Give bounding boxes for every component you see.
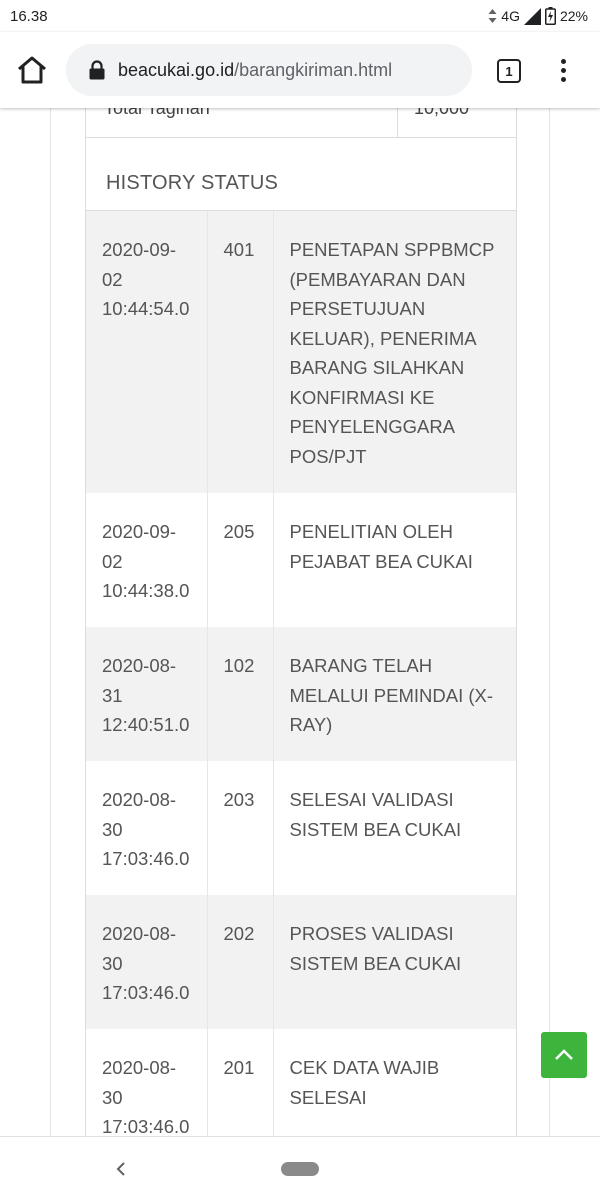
battery-level: 22% [559,8,588,24]
page-frame-left [50,108,51,1136]
history-description: SELESAI VALIDASI SISTEM BEA CUKAI [273,761,516,895]
system-nav-bar [0,1136,600,1201]
home-button[interactable] [14,52,50,88]
history-description: PENELITIAN OLEH PEJABAT BEA CUKAI [273,493,516,627]
address-bar[interactable]: beacukai.go.id/barangkiriman.html [66,44,472,96]
history-code: 203 [207,761,274,895]
network-type: 4G [501,8,520,24]
history-code: 401 [207,211,274,493]
history-description: PROSES VALIDASI SISTEM BEA CUKAI [273,895,516,1029]
total-row: Total Tagihan 10,000 [86,108,516,138]
history-row: 2020-08- 31 12:40:51.0 102 BARANG TELAH ME… [86,627,516,761]
history-date: 2020-08- 30 17:03:46.0 [86,1029,208,1136]
status-time: 16.38 [10,7,48,25]
more-vert-icon[interactable] [554,56,572,86]
history-date: 2020-09- 02 10:44:38.0 [86,493,208,627]
scroll-top-button[interactable] [541,1032,587,1078]
history-code: 202 [207,895,274,1029]
back-icon[interactable] [114,1159,128,1179]
total-value: 10,000 [414,108,470,118]
home-icon [18,56,46,84]
history-row: 2020-09- 02 10:44:38.0 205 PENELITIAN OLEH… [86,493,516,627]
total-label: Total Tagihan [104,108,210,118]
history-row: 2020-08- 30 17:03:46.0 202 PROSES VALIDASI… [86,895,516,1029]
history-date: 2020-08- 31 12:40:51.0 [86,627,208,761]
url-text: beacukai.go.id/barangkiriman.html [118,60,392,81]
history-code: 102 [207,627,274,761]
history-row: 2020-09- 02 10:44:54.0 401 PENETAPAN SPPBM… [86,211,516,493]
signal-icon [523,7,541,25]
lock-icon [89,60,105,80]
tab-count: 1 [505,63,513,79]
history-date: 2020-09- 02 10:44:54.0 [86,211,208,493]
chevron-up-icon [555,1049,573,1060]
page-content: Total Tagihan 10,000 HISTORY STATUS 2020… [0,108,600,1136]
history-description: CEK DATA WAJIB SELESAI [273,1029,516,1136]
history-date: 2020-08- 30 17:03:46.0 [86,895,208,1029]
url-path: /barangkiriman.html [234,59,393,80]
battery-icon [544,7,556,25]
history-date: 2020-08- 30 17:03:46.0 [86,761,208,895]
url-domain: beacukai.go.id [118,59,235,80]
status-bar: 16.38 4G 22% [0,0,600,32]
history-title: HISTORY STATUS [86,138,516,211]
history-card: Total Tagihan 10,000 HISTORY STATUS 2020… [85,108,517,1136]
data-arrows-icon [488,9,497,23]
history-row: 2020-08- 30 17:03:46.0 203 SELESAI VALIDAS… [86,761,516,895]
page-frame-right [549,108,550,1136]
status-icons: 4G 22% [488,7,588,25]
history-row: 2020-08- 30 17:03:46.0 201 CEK DATA WAJIB … [86,1029,516,1136]
history-code: 201 [207,1029,274,1136]
history-code: 205 [207,493,274,627]
history-description: BARANG TELAH MELALUI PEMINDAI (X-RAY) [273,627,516,761]
history-table: 2020-09- 02 10:44:54.0 401 PENETAPAN SPPBM… [86,211,516,1136]
browser-toolbar: beacukai.go.id/barangkiriman.html 1 [0,32,600,108]
history-description: PENETAPAN SPPBMCP (PEMBAYARAN DAN PERSET… [273,211,516,493]
home-gesture-pill[interactable] [281,1162,319,1176]
tab-switcher-button[interactable]: 1 [497,59,521,83]
